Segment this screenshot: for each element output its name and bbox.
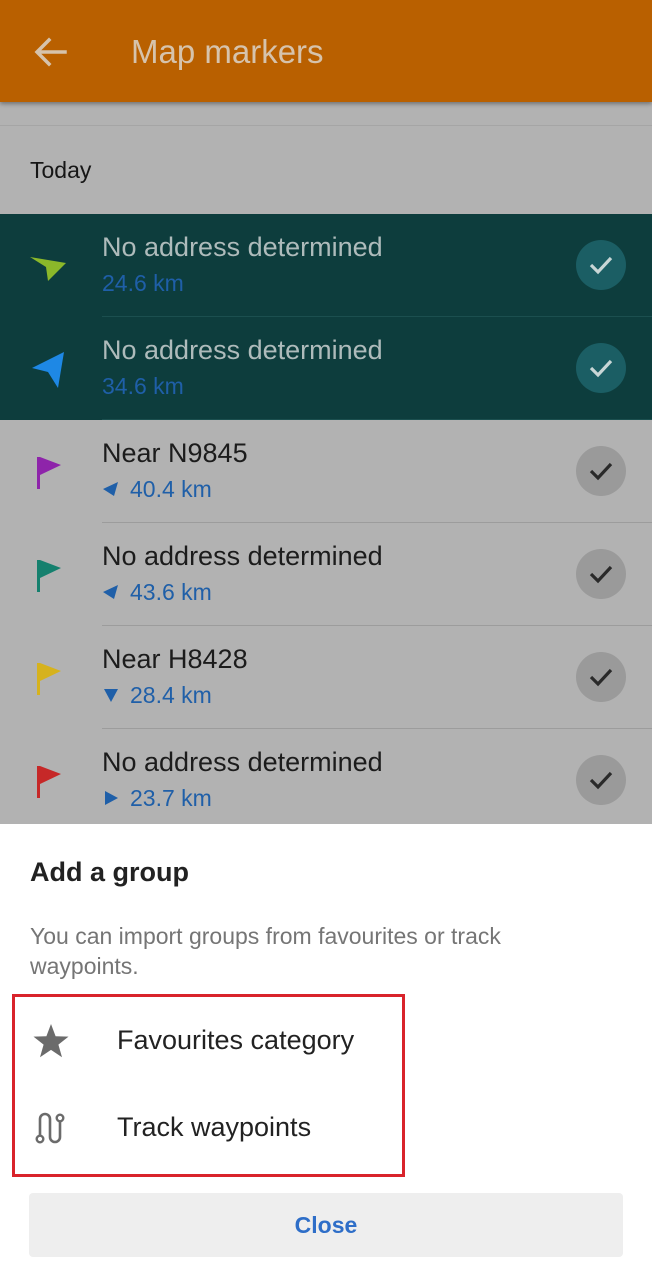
check-icon (589, 565, 613, 584)
marker-name: No address determined (102, 232, 383, 262)
check-button[interactable] (576, 240, 626, 290)
marker-row[interactable]: No address determined 23.7 km (0, 729, 652, 824)
section-header-today: Today (30, 156, 92, 183)
direction-arrow-icon (103, 585, 118, 599)
flag-icon (26, 556, 70, 596)
marker-row[interactable]: Near H8428 28.4 km (0, 626, 652, 729)
list-top-gap (0, 102, 652, 126)
check-button[interactable] (576, 755, 626, 805)
marker-name: No address determined (102, 541, 383, 571)
marker-row[interactable]: No address determined 43.6 km (0, 523, 652, 626)
marker-row[interactable]: Near N9845 40.4 km (0, 420, 652, 523)
navigation-arrow-icon (26, 247, 70, 287)
check-button[interactable] (576, 343, 626, 393)
marker-row[interactable]: No address determined 24.6 km (0, 214, 652, 317)
marker-name: Near N9845 (102, 438, 248, 468)
marker-distance: 43.6 km (102, 577, 212, 607)
marker-list: Today No address determined 24.6 km No a… (0, 102, 652, 824)
marker-distance: 34.6 km (102, 373, 184, 399)
marker-distance: 40.4 km (102, 474, 212, 504)
track-waypoints-option[interactable]: Track waypoints (0, 1089, 652, 1169)
arrow-left-icon (34, 37, 67, 67)
check-button[interactable] (576, 652, 626, 702)
check-button[interactable] (576, 549, 626, 599)
marker-name: Near H8428 (102, 644, 248, 674)
flag-icon (26, 453, 70, 493)
marker-row[interactable]: No address determined 34.6 km (0, 317, 652, 420)
back-button[interactable] (30, 30, 70, 74)
direction-arrow-icon (105, 791, 118, 805)
sheet-heading: Add a group (30, 857, 189, 887)
check-icon (589, 256, 613, 275)
check-icon (589, 359, 613, 378)
app-bar: Map markers (0, 0, 652, 102)
option-label: Favourites category (117, 1025, 355, 1055)
navigation-arrow-icon (26, 350, 70, 390)
close-button[interactable]: Close (29, 1193, 623, 1257)
sheet-description: You can import groups from favourites or… (30, 923, 501, 979)
option-label: Track waypoints (117, 1112, 312, 1142)
marker-name: No address determined (102, 747, 383, 777)
route-icon (30, 1107, 72, 1149)
favourites-category-option[interactable]: Favourites category (0, 1002, 652, 1082)
marker-name: No address determined (102, 335, 383, 365)
page-title: Map markers (131, 33, 324, 70)
marker-distance: 23.7 km (102, 783, 212, 813)
check-icon (589, 771, 613, 790)
flag-icon (26, 659, 70, 699)
direction-arrow-icon (103, 482, 118, 496)
direction-arrow-icon (104, 689, 118, 702)
check-icon (589, 668, 613, 687)
check-button[interactable] (576, 446, 626, 496)
marker-distance: 24.6 km (102, 270, 184, 296)
check-icon (589, 462, 613, 481)
marker-distance: 28.4 km (102, 680, 212, 710)
star-icon (30, 1020, 72, 1062)
flag-icon (26, 762, 70, 802)
add-group-bottom-sheet: Add a group You can import groups from f… (0, 824, 652, 1280)
